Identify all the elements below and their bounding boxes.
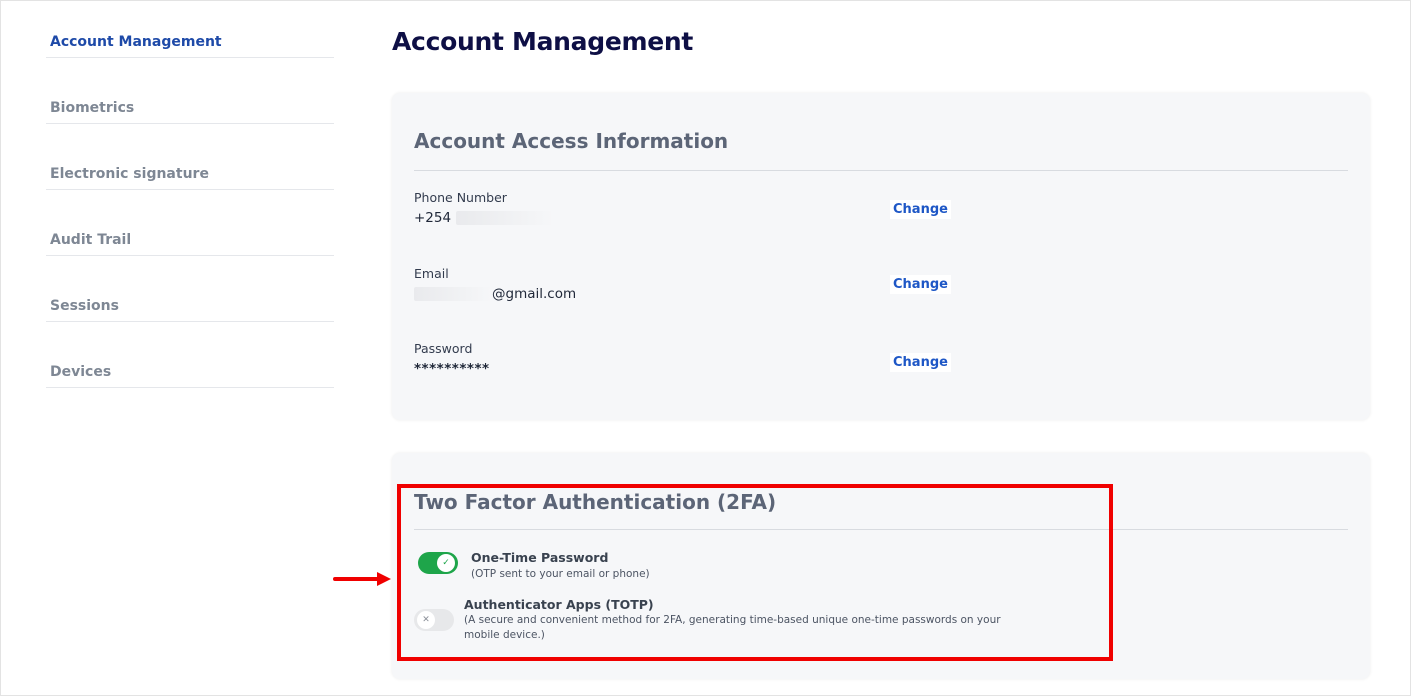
two-factor-card: Two Factor Authentication (2FA) ✓ One-Ti…: [392, 453, 1370, 679]
email-label: Email: [414, 266, 449, 281]
check-icon: ✓: [437, 554, 455, 572]
sidebar-item-devices[interactable]: Devices: [46, 322, 334, 388]
sidebar-item-audit-trail[interactable]: Audit Trail: [46, 190, 334, 256]
otp-description: (OTP sent to your email or phone): [471, 568, 650, 580]
arrow-right-icon: [333, 572, 391, 586]
page-title: Account Management: [392, 27, 694, 56]
totp-title: Authenticator Apps (TOTP): [464, 597, 654, 612]
otp-title: One-Time Password: [471, 550, 609, 565]
two-factor-title: Two Factor Authentication (2FA): [414, 490, 777, 514]
change-email-button[interactable]: Change: [890, 275, 951, 294]
totp-description: (A secure and convenient method for 2FA,…: [464, 614, 1001, 641]
change-phone-button[interactable]: Change: [890, 200, 951, 219]
sidebar-item-electronic-signature[interactable]: Electronic signature: [46, 124, 334, 190]
sidebar-item-account-management[interactable]: Account Management: [46, 25, 334, 58]
email-value: @gmail.com: [414, 286, 576, 302]
change-password-button[interactable]: Change: [890, 353, 951, 372]
sidebar-nav: Account Management Biometrics Electronic…: [46, 25, 334, 388]
sidebar-item-sessions[interactable]: Sessions: [46, 256, 334, 322]
x-icon: ✕: [417, 611, 435, 629]
redacted-phone: [456, 211, 555, 225]
email-suffix: @gmail.com: [492, 286, 577, 302]
password-value: **********: [414, 361, 490, 377]
phone-value: +254: [414, 210, 555, 226]
redacted-email: [414, 287, 492, 301]
phone-label: Phone Number: [414, 190, 507, 205]
divider: [414, 529, 1348, 530]
email-field: Email @gmail.com: [414, 266, 576, 302]
otp-toggle[interactable]: ✓: [418, 552, 458, 574]
phone-prefix: +254: [414, 210, 452, 226]
password-label: Password: [414, 341, 473, 356]
password-field: Password **********: [414, 341, 490, 377]
account-access-card: Account Access Information Phone Number …: [392, 93, 1370, 420]
account-access-title: Account Access Information: [414, 129, 729, 153]
phone-field: Phone Number +254: [414, 190, 555, 226]
sidebar-item-biometrics[interactable]: Biometrics: [46, 58, 334, 124]
totp-toggle[interactable]: ✕: [414, 609, 454, 631]
divider: [414, 170, 1348, 171]
